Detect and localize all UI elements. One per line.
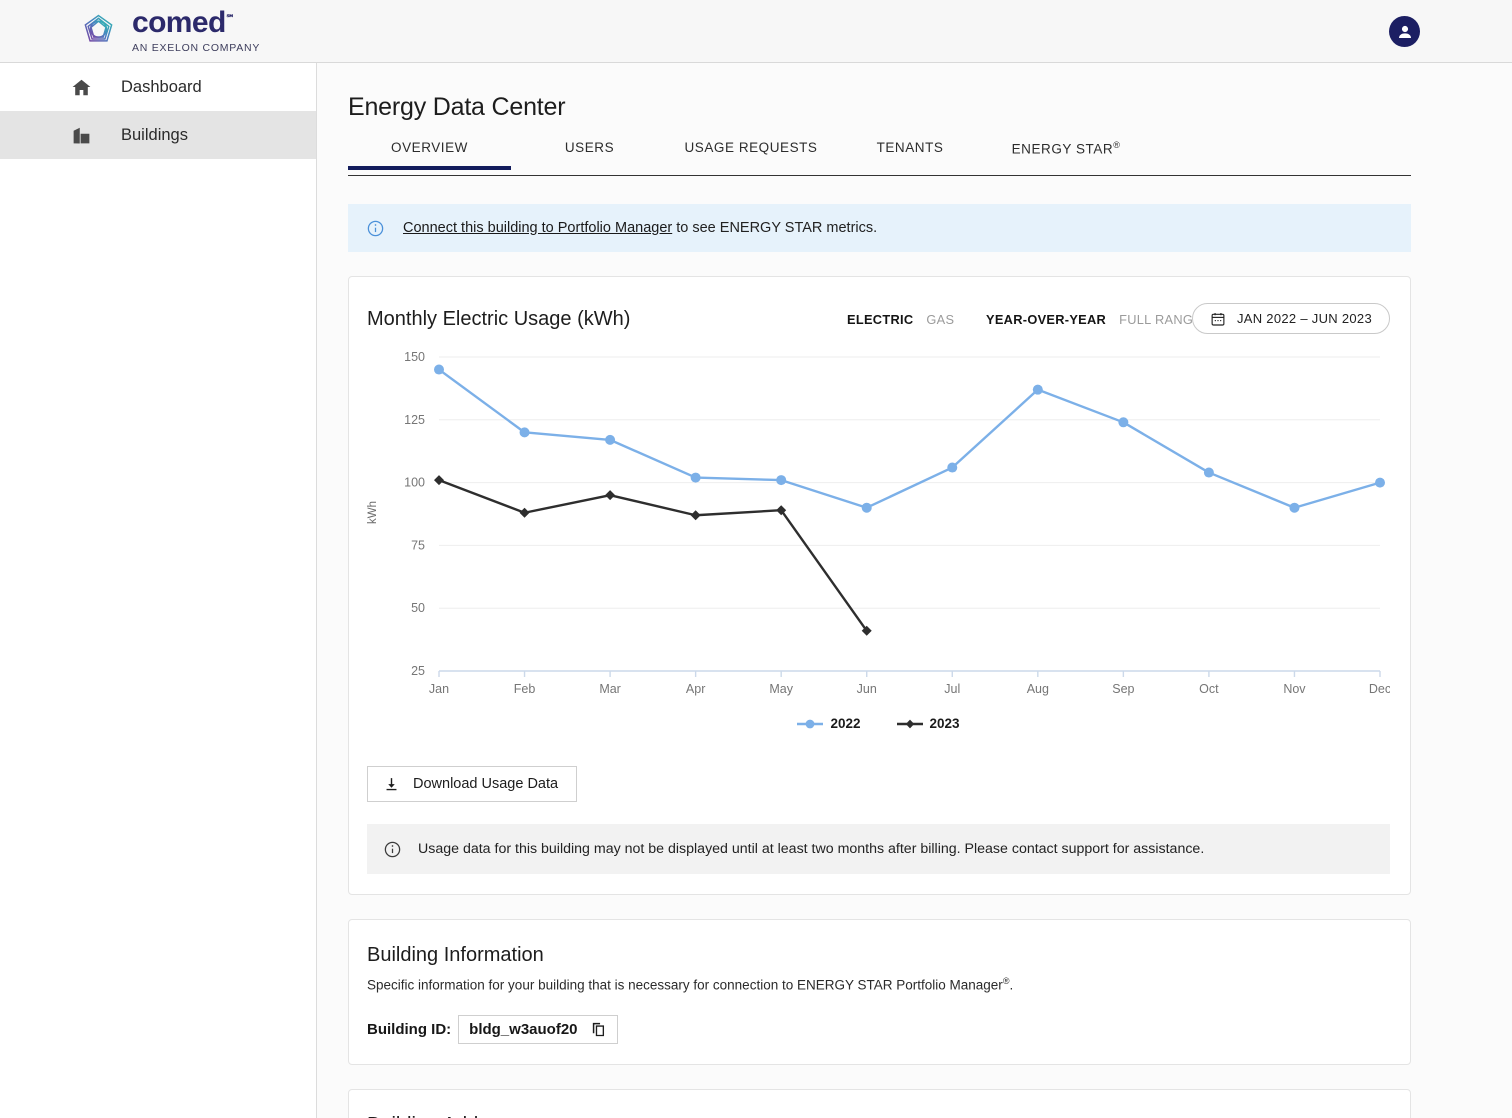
legend-label-2023: 2023 xyxy=(929,716,960,731)
chart-title: Monthly Electric Usage (kWh) xyxy=(367,307,631,330)
y-axis-label: kWh xyxy=(367,501,379,524)
connect-portfolio-manager-link[interactable]: Connect this building to Portfolio Manag… xyxy=(403,220,672,236)
usage-line-chart: kWh 25 50 75 100 125 150 Jan Feb Mar Apr May Jun Jul… xyxy=(367,349,1391,744)
building-id-value: bldg_w3auof20 xyxy=(469,1020,578,1038)
building-id-colon: : xyxy=(446,1020,452,1038)
comed-sm-mark: ℠ xyxy=(225,13,235,24)
comed-logo-text: comed℠ AN EXELON COMPANY xyxy=(132,8,260,54)
comed-logo[interactable]: comed℠ AN EXELON COMPANY xyxy=(76,8,260,54)
legend-marker-2023-icon xyxy=(896,719,923,728)
svg-text:100: 100 xyxy=(404,476,425,490)
building-id-label-text: Building ID xyxy=(367,1020,447,1038)
toggle-year-over-year[interactable]: YEAR-OVER-YEAR xyxy=(986,312,1106,327)
svg-text:Apr: Apr xyxy=(686,682,705,696)
sidebar-item-buildings-label: Buildings xyxy=(121,125,188,144)
tab-energy-star[interactable]: ENERGY STAR® xyxy=(986,140,1146,170)
tab-overview[interactable]: OVERVIEW xyxy=(348,140,511,170)
building-addresses-card: Building Addresses xyxy=(348,1088,1411,1118)
tab-usage-requests[interactable]: USAGE REQUESTS xyxy=(668,140,834,168)
building-id-copy-field[interactable]: bldg_w3auof20 xyxy=(458,1014,618,1044)
sidebar-item-dashboard-label: Dashboard xyxy=(121,77,202,96)
banner-text: Connect this building to Portfolio Manag… xyxy=(403,220,877,236)
tab-bar: OVERVIEW USERS USAGE REQUESTS TENANTS EN… xyxy=(348,140,1411,176)
energy-data-center-page: comed℠ AN EXELON COMPANY Dashboard Build… xyxy=(0,0,1512,1118)
chart-header: Monthly Electric Usage (kWh) ELECTRIC GA… xyxy=(367,301,1390,337)
info-circle-icon xyxy=(383,840,402,859)
registered-mark: ® xyxy=(1113,140,1121,150)
account-avatar[interactable] xyxy=(1389,16,1420,47)
sidebar-item-dashboard[interactable]: Dashboard xyxy=(0,63,316,111)
svg-text:50: 50 xyxy=(411,601,425,615)
legend-marker-2022-icon xyxy=(797,719,824,728)
svg-text:Aug: Aug xyxy=(1027,682,1049,696)
comed-logo-mark-icon xyxy=(76,9,121,54)
fuel-type-toggle: ELECTRIC GAS xyxy=(847,312,954,327)
building-information-title: Building Information xyxy=(367,944,544,966)
page-title: Energy Data Center xyxy=(348,93,566,121)
tab-overview-label: OVERVIEW xyxy=(391,140,468,155)
usage-data-delay-note: Usage data for this building may not be … xyxy=(367,824,1390,874)
top-bar: comed℠ AN EXELON COMPANY xyxy=(0,0,1512,63)
svg-text:25: 25 xyxy=(411,664,425,678)
toggle-gas[interactable]: GAS xyxy=(926,312,954,327)
calendar-icon xyxy=(1210,311,1226,327)
tab-tenants-label: TENANTS xyxy=(876,140,944,155)
svg-text:125: 125 xyxy=(404,413,425,427)
svg-text:Sep: Sep xyxy=(1112,682,1134,696)
usage-data-delay-text: Usage data for this building may not be … xyxy=(418,841,1205,857)
svg-text:Oct: Oct xyxy=(1199,682,1219,696)
portfolio-manager-banner: Connect this building to Portfolio Manag… xyxy=(348,204,1411,252)
building-id-label: Building ID: xyxy=(367,1021,451,1038)
svg-text:Jun: Jun xyxy=(857,682,877,696)
main-content: Energy Data Center OVERVIEW USERS USAGE … xyxy=(317,63,1512,1118)
sidebar: Dashboard Buildings xyxy=(0,63,317,1118)
toggle-electric[interactable]: ELECTRIC xyxy=(847,312,913,327)
svg-text:May: May xyxy=(769,682,793,696)
building-information-subtitle-period: . xyxy=(1009,977,1014,993)
monthly-usage-card: Monthly Electric Usage (kWh) ELECTRIC GA… xyxy=(348,276,1411,895)
svg-text:Feb: Feb xyxy=(514,682,536,696)
tab-energy-star-label: ENERGY STAR xyxy=(1011,141,1114,157)
building-information-subtitle: Specific information for your building t… xyxy=(367,976,1390,993)
date-range-picker[interactable]: JAN 2022 – JUN 2023 xyxy=(1191,303,1390,334)
chart-legend: 2022 2023 xyxy=(367,716,1390,731)
svg-text:Mar: Mar xyxy=(599,682,621,696)
building-information-subtitle-text: Specific information for your building t… xyxy=(367,977,1003,993)
building-information-card: Building Information Specific informatio… xyxy=(348,919,1411,1065)
home-icon xyxy=(70,76,92,98)
svg-text:Jan: Jan xyxy=(429,682,449,696)
toggle-full-range[interactable]: FULL RANGE xyxy=(1119,312,1202,327)
building-id-row: Building ID: bldg_w3auof20 xyxy=(367,1014,1390,1044)
legend-label-2022: 2022 xyxy=(830,716,861,731)
svg-text:Dec: Dec xyxy=(1369,682,1390,696)
svg-text:75: 75 xyxy=(411,538,425,552)
banner-rest-text: to see ENERGY STAR metrics. xyxy=(672,220,878,236)
chart-plot-svg: 25 50 75 100 125 150 Jan Feb Mar Apr May Jun Jul Aug S… xyxy=(404,350,1391,696)
svg-text:Nov: Nov xyxy=(1283,682,1306,696)
svg-text:Jul: Jul xyxy=(944,682,960,696)
person-icon xyxy=(1395,22,1415,42)
buildings-icon xyxy=(70,124,92,146)
copy-icon[interactable] xyxy=(590,1021,607,1038)
sidebar-item-buildings[interactable]: Buildings xyxy=(0,111,316,159)
tab-users[interactable]: USERS xyxy=(511,140,668,168)
range-mode-toggle: YEAR-OVER-YEAR FULL RANGE xyxy=(986,312,1202,327)
building-addresses-title: Building Addresses xyxy=(367,1114,1390,1118)
info-circle-icon xyxy=(366,219,385,238)
tab-tenants[interactable]: TENANTS xyxy=(834,140,986,168)
download-icon xyxy=(383,776,400,793)
comed-tagline: AN EXELON COMPANY xyxy=(132,42,261,55)
date-range-label: JAN 2022 – JUN 2023 xyxy=(1236,311,1372,326)
svg-text:150: 150 xyxy=(404,350,425,364)
comed-wordmark: comed℠ xyxy=(132,6,235,40)
tab-usage-requests-label: USAGE REQUESTS xyxy=(684,140,818,155)
legend-item-2022[interactable]: 2022 xyxy=(797,716,861,731)
legend-item-2023[interactable]: 2023 xyxy=(896,716,960,731)
tab-users-label: USERS xyxy=(564,140,615,155)
download-usage-data-button[interactable]: Download Usage Data xyxy=(367,766,578,802)
download-usage-data-label: Download Usage Data xyxy=(413,776,559,792)
